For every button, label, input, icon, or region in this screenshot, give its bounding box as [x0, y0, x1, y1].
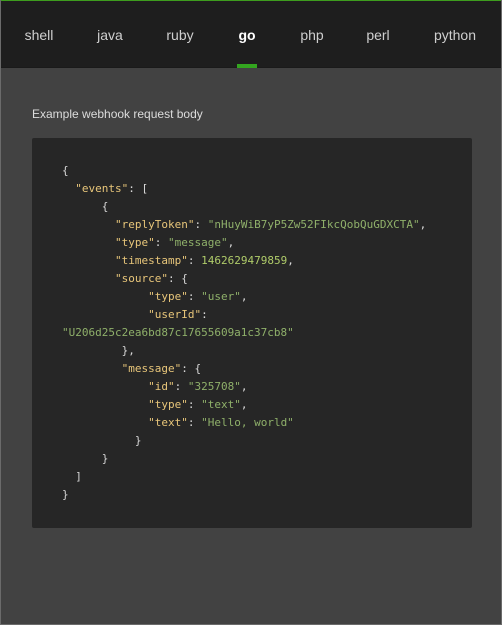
json-string: "message": [167, 236, 228, 249]
json-key: "source": [114, 272, 168, 285]
code-block: { "events": [ { "replyToken": "nHuyWiB7y…: [32, 138, 472, 528]
language-tab-bar: shell java ruby go php perl python: [1, 0, 501, 68]
json-string: "U206d25c2ea6bd87c17655609a1c37cb8": [62, 326, 294, 339]
section-title: Example webhook request body: [32, 107, 203, 121]
json-key: "type": [148, 398, 188, 411]
json-code: { "events": [ { "replyToken": "nHuyWiB7y…: [62, 164, 427, 501]
tab-perl[interactable]: perl: [351, 1, 405, 68]
json-key: "text": [148, 416, 188, 429]
json-key: "type": [148, 290, 188, 303]
json-key: "userId": [148, 308, 202, 321]
json-key: "id": [148, 380, 175, 393]
app-frame: shell java ruby go php perl python Examp…: [0, 0, 502, 625]
tab-shell[interactable]: shell: [11, 1, 67, 68]
json-string: "text": [201, 398, 241, 411]
active-tab-indicator: [237, 64, 257, 68]
json-key: "timestamp": [114, 254, 188, 267]
json-number: 1462629479859: [201, 254, 288, 267]
json-key: "events": [75, 182, 129, 195]
tab-label: go: [238, 26, 256, 43]
json-string: "nHuyWiB7yP5Zw52FIkcQobQuGDXCTA": [207, 218, 420, 231]
tab-php[interactable]: php: [285, 1, 339, 68]
tab-ruby[interactable]: ruby: [151, 1, 209, 68]
json-key: "type": [114, 236, 155, 249]
json-string: "Hello, world": [201, 416, 294, 429]
json-string: "user": [201, 290, 241, 303]
json-key: "replyToken": [114, 218, 195, 231]
tab-python[interactable]: python: [421, 1, 489, 68]
tab-java[interactable]: java: [81, 1, 139, 68]
tab-label: perl: [366, 26, 390, 43]
tab-label: shell: [24, 26, 54, 43]
tab-go[interactable]: go: [223, 1, 271, 68]
json-key: "message": [121, 362, 182, 375]
tab-label: php: [300, 26, 324, 43]
tab-label: python: [433, 26, 477, 43]
tab-label: ruby: [166, 26, 194, 43]
tab-label: java: [97, 26, 123, 43]
json-string: "325708": [187, 380, 241, 393]
